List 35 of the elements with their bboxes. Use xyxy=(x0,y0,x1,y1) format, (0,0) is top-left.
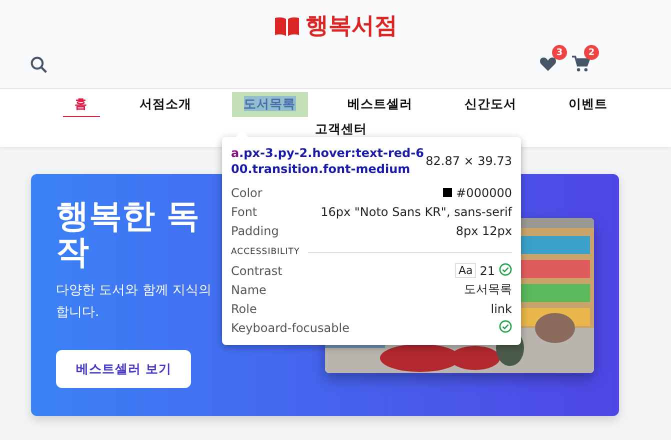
property-label: Font xyxy=(231,204,258,218)
property-value: 도서목록 xyxy=(464,281,512,298)
nav-link[interactable]: 이벤트 xyxy=(556,92,620,117)
element-selector: a.px-3.py-2.hover:text-red-600.transition.font-medium xyxy=(231,145,425,177)
property-label: Name xyxy=(231,282,266,296)
count-badge: 3 xyxy=(552,45,567,60)
section-heading: ACCESSIBILITY xyxy=(231,247,300,257)
property-label: Contrast xyxy=(231,264,282,278)
book-icon xyxy=(274,16,300,36)
property-label: Color xyxy=(231,186,262,200)
hero-title: 행복한 독 작 xyxy=(56,198,200,270)
cart-icon[interactable] xyxy=(571,55,591,73)
heart-icon[interactable] xyxy=(539,55,557,72)
nav-link[interactable]: 베스트셀러 xyxy=(336,92,424,117)
count-badge: 2 xyxy=(584,45,599,60)
property-value: link xyxy=(490,302,512,316)
nav-link[interactable]: 서점소개 xyxy=(128,92,204,117)
hero-subtitle: 다양한 도서와 함께 지식의 합니다. xyxy=(56,282,212,322)
property-value: 21 xyxy=(480,264,495,278)
check-icon xyxy=(499,262,512,276)
nav-link[interactable]: 신간도서 xyxy=(452,92,528,117)
property-value: #000000 xyxy=(456,186,512,200)
bestseller-button[interactable]: 베스트셀러 보기 xyxy=(56,350,192,388)
element-size: 82.87 × 39.73 xyxy=(426,154,512,168)
search-icon[interactable] xyxy=(30,56,48,74)
property-value: 16px "Noto Sans KR", sans-serif xyxy=(320,204,512,218)
color-swatch xyxy=(443,188,452,197)
logo-text: 행복서점 xyxy=(306,12,398,41)
property-label: Role xyxy=(231,302,257,316)
check-icon xyxy=(499,320,512,332)
contrast-sample: Aa xyxy=(455,263,476,278)
property-label: Keyboard-focusable xyxy=(231,320,350,334)
property-value: 8px 12px xyxy=(456,224,512,238)
property-label: Padding xyxy=(231,224,279,238)
nav-link[interactable]: 홈 xyxy=(62,92,100,117)
